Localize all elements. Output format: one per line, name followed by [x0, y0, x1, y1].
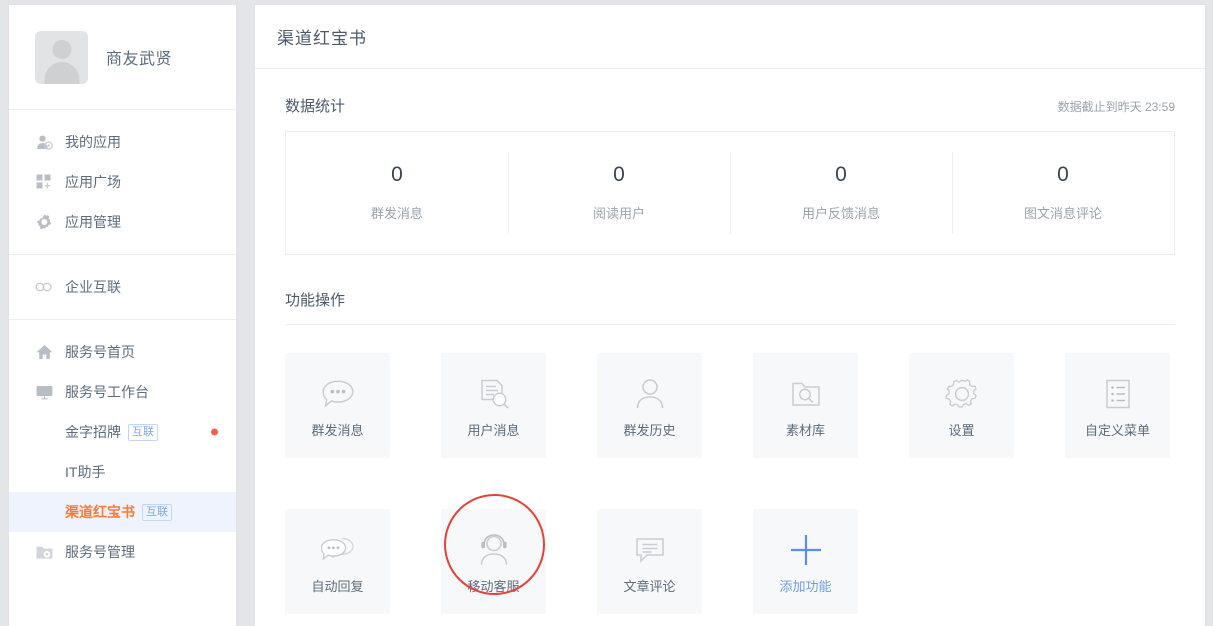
sidebar-item-label: 服务号管理 — [65, 544, 135, 560]
nav-group-apps: 我的应用 应用广场 应用管理 — [9, 110, 236, 255]
stat-card: 0 图文消息评论 — [952, 132, 1174, 254]
unread-dot-indicator — [211, 428, 218, 436]
grid-plus-icon — [35, 173, 53, 191]
content-area: 数据统计 数据截止到昨天 23:59 0 群发消息 0 阅读用户 0 用户反馈消… — [255, 69, 1205, 614]
page-header: 渠道红宝书 — [255, 5, 1205, 69]
sidebar-item-service-workbench[interactable]: 服务号工作台 — [9, 372, 236, 412]
tile-auto-reply[interactable]: 自动回复 — [285, 509, 390, 614]
interconnect-badge: 互联 — [128, 423, 158, 441]
stat-value: 0 — [1057, 163, 1069, 186]
tile-label: 添加功能 — [779, 579, 832, 594]
page-title: 渠道红宝书 — [277, 29, 367, 48]
infinity-icon — [35, 278, 53, 296]
sidebar-subitem-label: 渠道红宝书 — [65, 504, 135, 520]
sidebar-item-enterprise-interconnect[interactable]: 企业互联 — [9, 267, 236, 307]
tile-custom-menu[interactable]: 自定义菜单 — [1065, 353, 1170, 458]
nav-group-service-account: 服务号首页 服务号工作台 金字招牌 互联 IT助手 渠道红宝书 互联 服务号管理 — [9, 320, 236, 584]
stats-box: 0 群发消息 0 阅读用户 0 用户反馈消息 0 图文消息评论 — [285, 131, 1175, 255]
stat-value: 0 — [613, 163, 625, 186]
stat-label: 图文消息评论 — [1023, 206, 1102, 221]
list-document-icon — [1104, 372, 1132, 416]
tile-label: 自动回复 — [311, 579, 364, 594]
chat-bubble-dots-icon — [321, 372, 355, 416]
stats-section-title: 数据统计 — [285, 98, 346, 115]
tile-label: 群发历史 — [623, 423, 676, 438]
tile-label: 用户消息 — [467, 423, 520, 438]
tile-add-function[interactable]: 添加功能 — [753, 509, 858, 614]
settings-folder-icon — [35, 543, 53, 561]
tile-label: 移动客服 — [467, 579, 520, 594]
nav-group-interconnect: 企业互联 — [9, 255, 236, 320]
stat-card: 0 群发消息 — [286, 132, 508, 254]
main-panel: 渠道红宝书 数据统计 数据截止到昨天 23:59 0 群发消息 0 阅读用户 0… — [254, 4, 1206, 626]
stat-card: 0 用户反馈消息 — [730, 132, 952, 254]
sidebar-item-label: 应用管理 — [65, 214, 121, 230]
sidebar-item-label: 我的应用 — [65, 134, 121, 150]
home-icon — [35, 343, 53, 361]
gear-icon — [944, 372, 979, 416]
person-badge-icon — [35, 133, 53, 151]
profile-name: 商友武贤 — [106, 51, 173, 68]
sidebar-subitem-gold-brand[interactable]: 金字招牌 互联 — [9, 412, 236, 452]
tile-mass-history[interactable]: 群发历史 — [597, 353, 702, 458]
sidebar-item-app-management[interactable]: 应用管理 — [9, 202, 236, 242]
plus-icon — [788, 528, 824, 572]
sidebar-subitem-it-assistant[interactable]: IT助手 — [9, 452, 236, 492]
sidebar-item-service-management[interactable]: 服务号管理 — [9, 532, 236, 572]
profile-header: 商友武贤 — [9, 5, 236, 110]
comment-lines-icon — [634, 528, 666, 572]
functions-section-header: 功能操作 — [285, 255, 1175, 325]
stat-card: 0 阅读用户 — [508, 132, 730, 254]
tile-mass-message[interactable]: 群发消息 — [285, 353, 390, 458]
sidebar-item-label: 服务号首页 — [65, 344, 135, 360]
sidebar-subitem-channel-redbook[interactable]: 渠道红宝书 互联 — [9, 492, 236, 532]
tile-label: 设置 — [948, 423, 975, 438]
sidebar-item-app-plaza[interactable]: 应用广场 — [9, 162, 236, 202]
document-search-icon — [478, 372, 510, 416]
headset-person-icon — [478, 528, 510, 572]
interconnect-badge: 互联 — [142, 503, 172, 521]
person-icon — [635, 372, 665, 416]
tile-label: 文章评论 — [623, 579, 676, 594]
stat-value: 0 — [391, 163, 403, 186]
sidebar: 商友武贤 我的应用 应用广场 应用管理 企业互联 服务号首页 服务号工作台 金字… — [8, 4, 237, 626]
sidebar-item-service-home[interactable]: 服务号首页 — [9, 332, 236, 372]
tile-settings[interactable]: 设置 — [909, 353, 1014, 458]
tile-user-message[interactable]: 用户消息 — [441, 353, 546, 458]
stat-label: 阅读用户 — [592, 206, 645, 221]
sidebar-item-my-apps[interactable]: 我的应用 — [9, 122, 236, 162]
stat-label: 用户反馈消息 — [801, 206, 880, 221]
tile-article-comments[interactable]: 文章评论 — [597, 509, 702, 614]
sidebar-item-label: 服务号工作台 — [65, 384, 149, 400]
app-root: 商友武贤 我的应用 应用广场 应用管理 企业互联 服务号首页 服务号工作台 金字… — [0, 0, 1213, 626]
monitor-icon — [35, 383, 53, 401]
folder-search-icon — [790, 372, 822, 416]
sidebar-subitem-label: IT助手 — [65, 464, 106, 480]
stat-label: 群发消息 — [370, 206, 423, 221]
sidebar-subitem-label: 金字招牌 — [65, 424, 121, 440]
sidebar-item-label: 应用广场 — [65, 174, 121, 190]
tile-label: 群发消息 — [311, 423, 364, 438]
functions-section-title: 功能操作 — [285, 292, 346, 309]
user-avatar-placeholder-icon — [35, 30, 88, 84]
gear-icon — [35, 213, 53, 231]
tile-label: 自定义菜单 — [1084, 423, 1150, 438]
double-chat-bubble-icon — [320, 528, 355, 572]
stat-value: 0 — [835, 163, 847, 186]
sidebar-item-label: 企业互联 — [65, 279, 121, 295]
tile-label: 素材库 — [785, 423, 825, 438]
stats-cutoff-note: 数据截止到昨天 23:59 — [1057, 100, 1175, 114]
tile-material-library[interactable]: 素材库 — [753, 353, 858, 458]
function-tiles-grid: 群发消息 用户消息 群发历史 素材库 设置 自定义菜单 自动回复 移动客服 文章… — [285, 325, 1175, 614]
tile-mobile-customer-service[interactable]: 移动客服 — [441, 509, 546, 614]
stats-section-header: 数据统计 数据截止到昨天 23:59 — [285, 69, 1175, 116]
